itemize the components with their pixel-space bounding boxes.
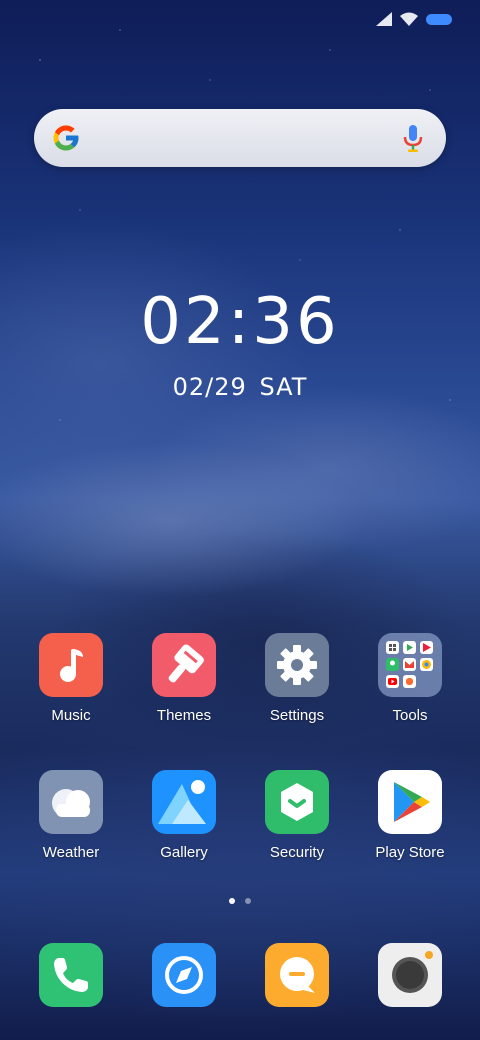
page-dot-2[interactable]	[245, 898, 251, 904]
app-label: Play Store	[375, 844, 445, 861]
app-label: Weather	[42, 844, 100, 861]
app-label: Gallery	[160, 844, 208, 861]
app-label: Music	[51, 707, 91, 724]
compass-icon[interactable]	[152, 943, 216, 1007]
wifi-icon	[400, 12, 418, 26]
app-security[interactable]: Security	[241, 770, 353, 861]
play-store-icon[interactable]	[378, 770, 442, 834]
music-note-icon[interactable]	[39, 633, 103, 697]
signal-icon	[376, 12, 392, 26]
phone-icon[interactable]	[39, 943, 103, 1007]
app-settings[interactable]: Settings	[241, 633, 353, 724]
status-bar	[376, 12, 452, 26]
brush-icon[interactable]	[152, 633, 216, 697]
google-icon[interactable]	[51, 123, 81, 153]
message-icon[interactable]	[265, 943, 329, 1007]
folder-icon[interactable]	[378, 633, 442, 697]
dock-camera[interactable]	[378, 943, 442, 1007]
dock-browser[interactable]	[152, 943, 216, 1007]
app-gallery[interactable]: Gallery	[128, 770, 240, 861]
app-play-store[interactable]: Play Store	[354, 770, 466, 861]
camera-icon[interactable]	[378, 943, 442, 1007]
shield-icon[interactable]	[265, 770, 329, 834]
cloud-icon[interactable]	[39, 770, 103, 834]
battery-icon	[426, 13, 452, 25]
app-weather[interactable]: Weather	[15, 770, 127, 861]
page-dot-1[interactable]	[229, 898, 235, 904]
app-themes[interactable]: Themes	[128, 633, 240, 724]
date-text: 02/29	[172, 373, 247, 401]
app-tools-folder[interactable]: Tools	[354, 633, 466, 724]
mountain-icon[interactable]	[152, 770, 216, 834]
app-label: Settings	[269, 707, 325, 724]
dock-messages[interactable]	[265, 943, 329, 1007]
clock-time[interactable]: 02:36	[0, 285, 480, 359]
gear-icon[interactable]	[265, 633, 329, 697]
mic-icon[interactable]	[402, 124, 424, 152]
dock-phone[interactable]	[39, 943, 103, 1007]
app-music[interactable]: Music	[15, 633, 127, 724]
app-label: Tools	[392, 707, 428, 724]
app-label: Themes	[156, 707, 212, 724]
clock-date[interactable]: 02/29 SAT	[0, 373, 480, 401]
search-bar[interactable]	[34, 109, 446, 167]
page-indicator[interactable]	[0, 898, 480, 904]
day-text: SAT	[259, 373, 308, 401]
app-label: Security	[269, 844, 325, 861]
home-screen: 02:36 02/29 SAT Music Themes Settings To…	[0, 0, 480, 1040]
